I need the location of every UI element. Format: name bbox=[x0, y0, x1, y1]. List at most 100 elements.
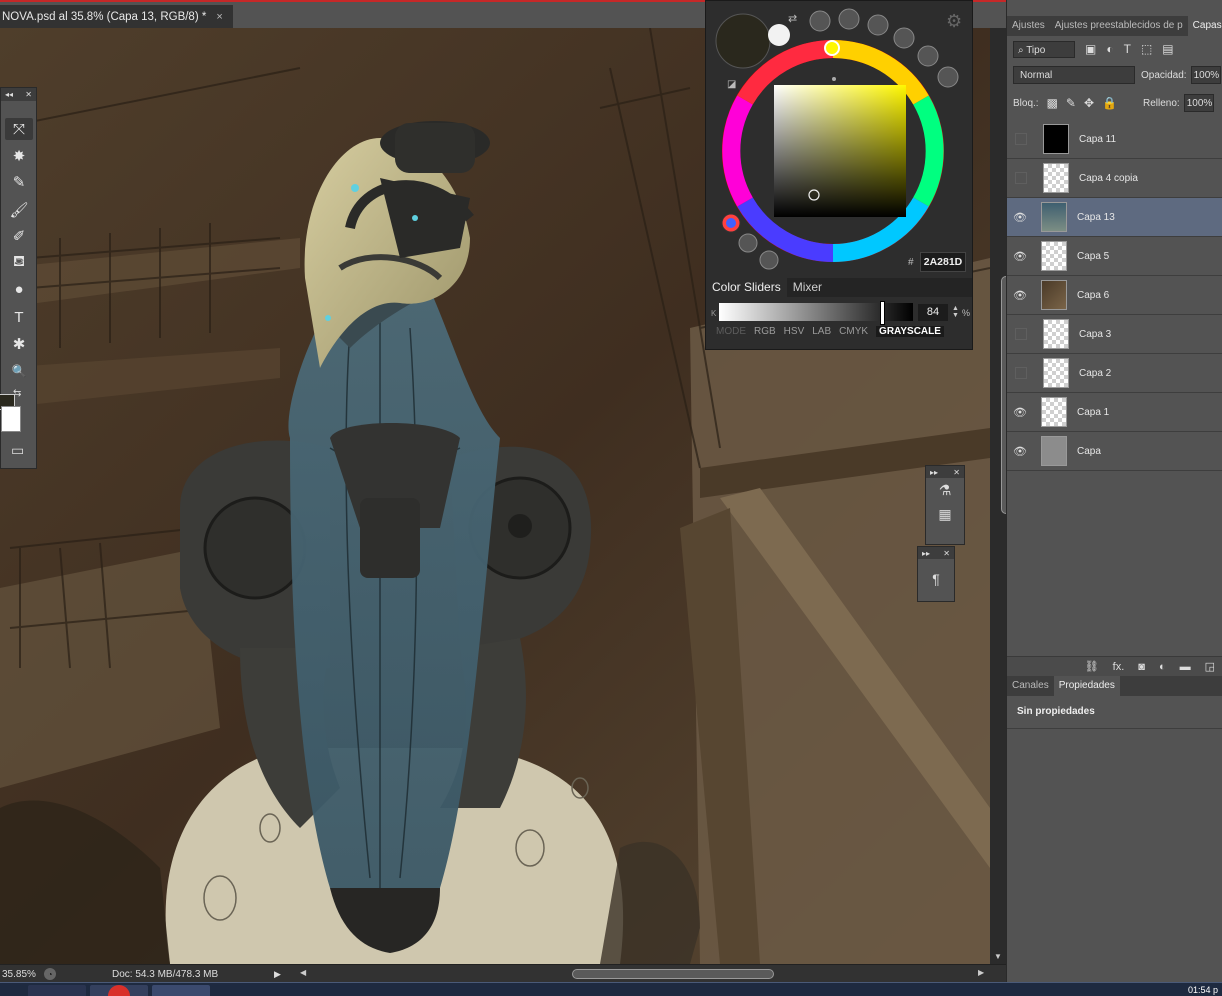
lock-pixels-icon[interactable]: ✎ bbox=[1066, 96, 1076, 110]
layer-row[interactable]: 👁 Capa 1 bbox=[1007, 393, 1222, 432]
paragraph-icon[interactable]: ¶ bbox=[918, 567, 954, 591]
hex-input[interactable]: 2A281D bbox=[920, 252, 966, 272]
tab-color-sliders[interactable]: Color Sliders bbox=[706, 278, 787, 297]
layer-row[interactable]: Capa 2 bbox=[1007, 354, 1222, 393]
k-value-input[interactable]: 84 bbox=[918, 304, 948, 321]
visibility-toggle[interactable] bbox=[1015, 367, 1027, 379]
tab-canales[interactable]: Canales bbox=[1007, 676, 1054, 696]
layer-filter-select[interactable]: ⌕ Tipo bbox=[1013, 40, 1075, 58]
screen-mode-icon[interactable]: ▭ bbox=[11, 442, 24, 459]
eye-icon[interactable]: 👁 bbox=[1007, 250, 1033, 263]
filter-type-icon[interactable]: T bbox=[1124, 42, 1131, 56]
layer-row-selected[interactable]: 👁 Capa 13 bbox=[1007, 198, 1222, 237]
opacity-input[interactable]: 100% bbox=[1190, 66, 1221, 84]
horizontal-scrollbar[interactable]: ◀ ▶ bbox=[300, 967, 990, 980]
layer-row[interactable]: 👁 Capa 6 bbox=[1007, 276, 1222, 315]
tab-capas[interactable]: Capas bbox=[1187, 16, 1222, 36]
filter-adjustment-icon[interactable]: ◐ bbox=[1106, 42, 1113, 56]
add-mask-icon[interactable]: ◙ bbox=[1138, 661, 1145, 673]
paint-bucket-tool[interactable]: ⛾ bbox=[5, 251, 33, 273]
eye-icon[interactable]: 👁 bbox=[1007, 211, 1033, 224]
status-info-icon[interactable]: ◔ bbox=[44, 968, 56, 980]
close-panel-icon[interactable]: ✕ bbox=[953, 468, 960, 477]
background-color-swatch[interactable] bbox=[1, 406, 21, 432]
close-tab-icon[interactable]: × bbox=[216, 11, 222, 23]
status-bar: 35.85% ◔ Doc: 54.3 MB/478.3 MB ▶ ◀ ▶ bbox=[0, 964, 1006, 983]
filter-smart-object-icon[interactable]: ▤ bbox=[1162, 42, 1173, 56]
lock-all-icon[interactable]: 🔒 bbox=[1102, 96, 1117, 110]
brush-presets-icon[interactable]: ⚗ bbox=[926, 478, 964, 502]
layer-row[interactable]: 👁 Capa 5 bbox=[1007, 237, 1222, 276]
new-group-icon[interactable]: ▬ bbox=[1180, 661, 1191, 673]
dodge-tool[interactable]: ● bbox=[5, 278, 33, 300]
layer-row[interactable]: Capa 11 bbox=[1007, 120, 1222, 159]
scroll-left-arrow-icon[interactable]: ◀ bbox=[300, 968, 306, 977]
expand-panel-icon[interactable]: ▸▸ bbox=[922, 549, 930, 558]
custom-shape-tool[interactable]: ✱ bbox=[5, 333, 33, 355]
tab-mixer[interactable]: Mixer bbox=[787, 278, 828, 297]
expand-panel-icon[interactable]: ▸▸ bbox=[930, 468, 938, 477]
lock-position-icon[interactable]: ✥ bbox=[1084, 96, 1094, 110]
layer-row[interactable]: 👁 Capa bbox=[1007, 432, 1222, 471]
filter-pixel-icon[interactable]: ▣ bbox=[1085, 42, 1096, 56]
tools-panel-header[interactable]: ◂◂ ✕ bbox=[1, 88, 36, 101]
document-tab[interactable]: NOVA.psd al 35.8% (Capa 13, RGB/8) * × bbox=[0, 5, 233, 29]
eye-icon[interactable]: 👁 bbox=[1007, 406, 1033, 419]
brush-tool[interactable]: 🖌 bbox=[5, 199, 33, 221]
k-channel-label: K bbox=[711, 309, 717, 318]
fill-input[interactable]: 100% bbox=[1183, 94, 1214, 112]
filter-shape-icon[interactable]: ⬚ bbox=[1141, 42, 1152, 56]
vertical-scrollbar[interactable]: ▼ bbox=[990, 28, 1011, 964]
move-tool[interactable]: ⤧ bbox=[5, 118, 33, 140]
k-stepper-icon[interactable]: ▲ ▼ bbox=[952, 305, 959, 319]
visibility-toggle[interactable] bbox=[1015, 328, 1027, 340]
layer-effects-icon[interactable]: fx. bbox=[1113, 661, 1125, 673]
mode-lab[interactable]: LAB bbox=[812, 326, 831, 337]
visibility-toggle[interactable] bbox=[1015, 133, 1027, 145]
grid-panel-icon[interactable]: ▦ bbox=[926, 502, 964, 526]
layer-thumbnail bbox=[1041, 202, 1067, 232]
floating-panel-header[interactable]: ▸▸ ✕ bbox=[918, 547, 954, 559]
taskbar-app-button[interactable] bbox=[152, 985, 210, 996]
mode-rgb[interactable]: RGB bbox=[754, 326, 776, 337]
eyedropper-tool[interactable]: ✎ bbox=[5, 171, 33, 193]
taskbar-app-button[interactable] bbox=[28, 985, 86, 996]
layer-row[interactable]: Capa 4 copia bbox=[1007, 159, 1222, 198]
layers-list: Capa 11 Capa 4 copia 👁 Capa 13 👁 Capa 5 … bbox=[1007, 120, 1222, 656]
close-panel-icon[interactable]: ✕ bbox=[25, 90, 32, 99]
layer-row[interactable]: Capa 3 bbox=[1007, 315, 1222, 354]
zoom-tool[interactable]: 🔍 bbox=[5, 360, 33, 382]
visibility-toggle[interactable] bbox=[1015, 172, 1027, 184]
tab-ajustes-preestablecidos[interactable]: Ajustes preestablecidos de p bbox=[1050, 16, 1188, 36]
tab-propiedades[interactable]: Propiedades bbox=[1053, 676, 1120, 696]
magic-wand-tool[interactable]: ✸ bbox=[5, 145, 33, 167]
mode-cmyk[interactable]: CMYK bbox=[839, 326, 868, 337]
taskbar-app-button[interactable] bbox=[90, 985, 148, 996]
eye-icon[interactable]: 👁 bbox=[1007, 445, 1033, 458]
mode-hsv[interactable]: HSV bbox=[784, 326, 805, 337]
zoom-level[interactable]: 35.85% bbox=[2, 969, 36, 980]
properties-tabs: Canales Propiedades bbox=[1007, 676, 1222, 696]
mode-grayscale[interactable]: GRAYSCALE bbox=[876, 326, 944, 337]
taskbar-app-icon bbox=[108, 985, 130, 996]
collapse-panel-icon[interactable]: ◂◂ bbox=[5, 90, 13, 99]
eye-icon[interactable]: 👁 bbox=[1007, 289, 1033, 302]
link-layers-icon[interactable]: ⛓ bbox=[1085, 660, 1099, 673]
blend-mode-select[interactable]: Normal bbox=[1013, 66, 1135, 84]
k-slider-handle[interactable] bbox=[880, 301, 885, 325]
history-brush-tool[interactable]: ✐ bbox=[5, 225, 33, 247]
settings-gear-icon[interactable]: ⚙ bbox=[946, 11, 962, 32]
close-panel-icon[interactable]: ✕ bbox=[943, 549, 950, 558]
new-adjustment-icon[interactable]: ◐ bbox=[1159, 661, 1166, 673]
scroll-right-arrow-icon[interactable]: ▶ bbox=[978, 968, 984, 977]
lock-transparency-icon[interactable]: ▩ bbox=[1047, 96, 1058, 110]
status-menu-arrow-icon[interactable]: ▶ bbox=[274, 969, 281, 980]
floating-panel-header[interactable]: ▸▸ ✕ bbox=[926, 466, 964, 478]
os-taskbar: 01:54 p bbox=[0, 982, 1222, 996]
scroll-down-arrow-icon[interactable]: ▼ bbox=[994, 952, 1002, 961]
color-wheel[interactable]: ⇄ ◪ bbox=[706, 1, 972, 277]
horizontal-scroll-thumb[interactable] bbox=[572, 969, 774, 979]
type-tool[interactable]: T bbox=[5, 306, 33, 328]
new-layer-icon[interactable]: ◲ bbox=[1205, 660, 1215, 673]
tab-ajustes[interactable]: Ajustes bbox=[1007, 16, 1050, 36]
